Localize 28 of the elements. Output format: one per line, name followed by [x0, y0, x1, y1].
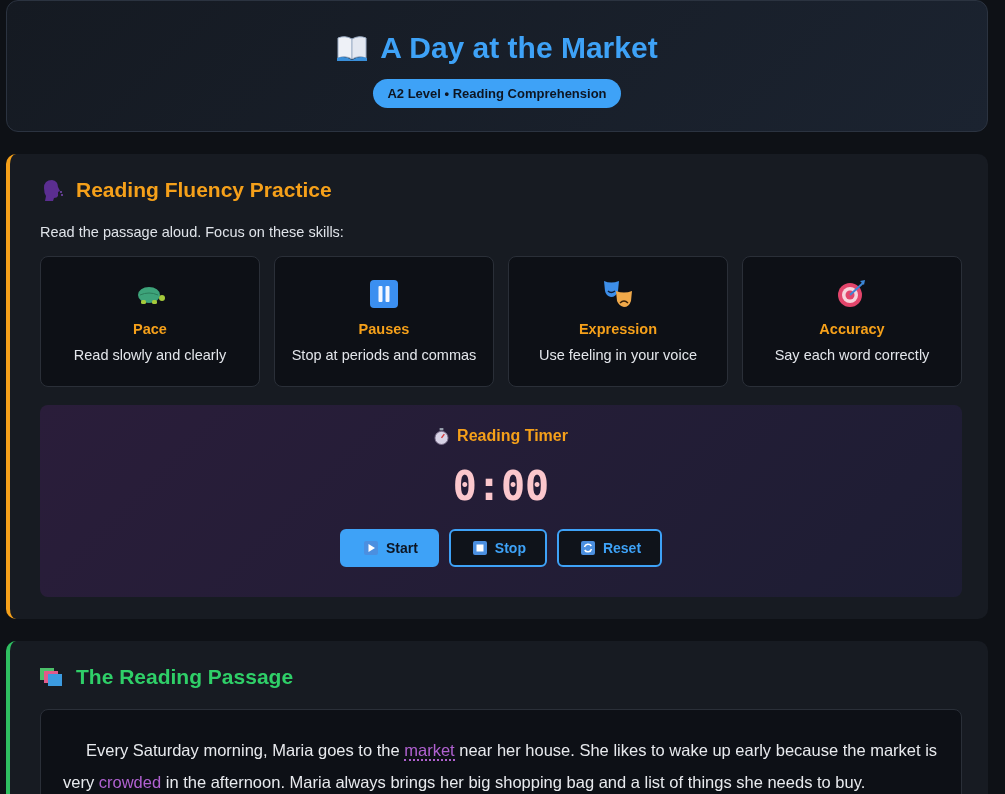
skill-description: Stop at periods and commas	[291, 347, 477, 363]
instructions-text: Read the passage aloud. Focus on these skills:	[40, 224, 345, 240]
pause-icon	[370, 279, 398, 309]
skill-description: Say each word correctly	[774, 347, 930, 363]
passage-text: Every Saturday morning, Maria goes to the market near her house. She likes to wake up early because the market is very crowded in the afternoon. Maria always brings her big shopping bag and a list of things she needs to buy.	[63, 740, 939, 793]
theater-masks-icon	[603, 279, 633, 309]
skill-title: Accuracy	[819, 321, 885, 337]
skill-title: Expression	[578, 321, 658, 337]
books-icon	[40, 666, 64, 688]
refresh-icon	[580, 541, 595, 555]
stop-icon	[472, 541, 487, 555]
timer-display: 0:00	[452, 463, 550, 509]
start-button[interactable]: Start	[339, 529, 439, 567]
skill-title: Pace	[133, 321, 167, 337]
section-title: The Reading Passage	[76, 665, 294, 689]
skill-description: Read slowly and clearly	[73, 347, 227, 363]
target-icon	[837, 279, 867, 309]
open-book-icon	[336, 35, 369, 61]
stop-button[interactable]: Stop	[448, 529, 547, 567]
page-title: A Day at the Market	[380, 31, 658, 65]
play-icon	[363, 541, 378, 555]
stopwatch-icon	[434, 427, 450, 445]
section-title: Reading Fluency Practice	[76, 178, 332, 202]
skill-description: Use feeling in your voice	[539, 347, 697, 363]
reset-button[interactable]: Reset	[556, 529, 663, 567]
timer-title: Reading Timer	[457, 427, 568, 445]
skill-title: Pauses	[358, 321, 410, 337]
level-badge: A2 Level • Reading Comprehension	[373, 79, 621, 108]
